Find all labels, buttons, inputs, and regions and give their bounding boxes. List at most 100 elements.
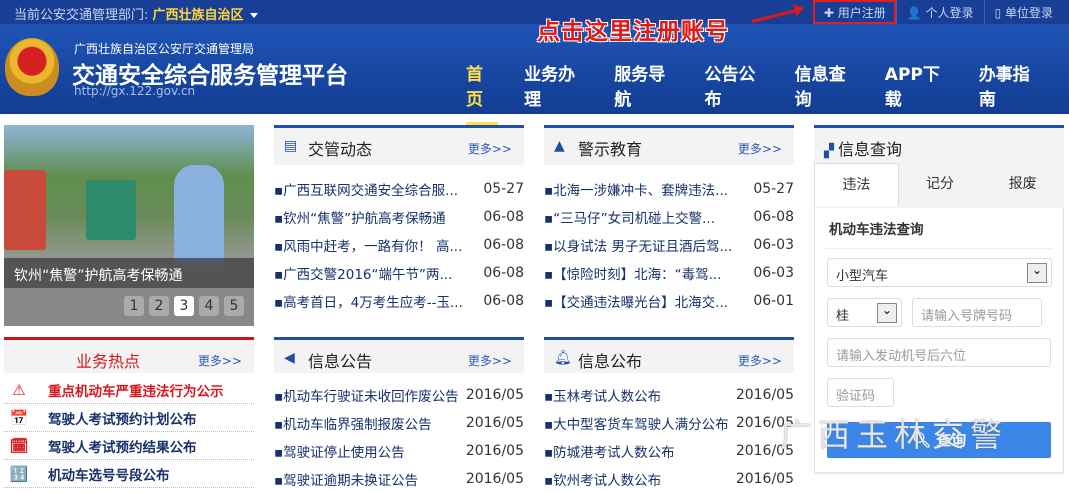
item-title: ▪【交通违法曝光台】北海交...: [544, 295, 729, 311]
list-item[interactable]: ▪广西交警2016“端午节”两... 06-08: [274, 259, 524, 287]
item-date: 06-08: [483, 265, 524, 281]
photo-bus: [4, 170, 46, 250]
hot-item-label: 驾驶人考试预约计划公布: [48, 411, 197, 428]
list-item[interactable]: ▪钦州考试人数公布 2016/05: [544, 465, 794, 493]
item-title: ▪驾驶证停止使用公告: [274, 445, 405, 461]
register-link[interactable]: ✚ 用户注册: [812, 0, 896, 24]
more-link[interactable]: 更多>>: [738, 140, 782, 157]
item-title: ▪驾驶证逾期未换证公告: [274, 473, 419, 489]
site-header: 广西壮族自治区公安厅交通管理局 交通安全综合服务管理平台 http://gx.1…: [0, 24, 1069, 125]
list-item[interactable]: ▪玉林考试人数公布 2016/05: [544, 381, 794, 409]
calendar-icon: 📅: [9, 408, 29, 427]
item-date: 2016/05: [465, 443, 524, 459]
more-link[interactable]: 更多>>: [738, 352, 782, 369]
slider-pagination: 1 2 3 4 5: [4, 288, 254, 326]
more-link[interactable]: 更多>>: [468, 352, 512, 369]
list-item[interactable]: ▪北海一涉嫌冲卡、套牌违法... 05-27: [544, 175, 794, 203]
nav-business[interactable]: 业务办理: [524, 60, 588, 125]
hot-item[interactable]: ⚠ 重点机动车严重违法行为公示: [4, 376, 254, 404]
unit-login-link[interactable]: ▯ 单位登录: [983, 0, 1063, 24]
page-2[interactable]: 2: [149, 296, 169, 316]
binoculars-icon: ▞: [824, 144, 834, 159]
item-date: 2016/05: [465, 387, 524, 403]
notice-panel: ◀ 信息公告 更多>> ▪机动车行驶证未收回作废公告 2016/05 ▪机动车临界强制报…: [274, 337, 524, 493]
hot-item[interactable]: 🔢 机动车选号号段公布: [4, 460, 254, 488]
engine-number-input[interactable]: 请输入发动机号后六位: [827, 338, 1051, 367]
item-date: 06-08: [483, 237, 524, 253]
nav-info-query[interactable]: 信息查询: [795, 60, 859, 125]
more-link[interactable]: 更多>>: [198, 352, 242, 369]
nav-announcements[interactable]: 公告公布: [704, 60, 768, 125]
item-title: ▪广西互联网交通安全综合服...: [274, 183, 459, 199]
org-name: 广西壮族自治区公安厅交通管理局: [74, 42, 255, 56]
caret-down-icon: [249, 13, 258, 18]
page-5[interactable]: 5: [224, 296, 244, 316]
hot-panel: 业务热点 更多>> ⚠ 重点机动车严重违法行为公示 📅 驾驶人考试预约计划公布 🗓 驾驶人考…: [4, 337, 254, 488]
item-title: ▪玉林考试人数公布: [544, 389, 662, 405]
item-title: ▪钦州“焦警”护航高考保畅通: [274, 211, 446, 227]
item-title: ▪风雨中赶考，一路有你！ 高...: [274, 239, 463, 255]
list-item[interactable]: ▪机动车临界强制报废公告 2016/05: [274, 409, 524, 437]
panel-title: 交管动态: [308, 140, 373, 159]
vehicle-type-select[interactable]: 小型汽车: [827, 258, 1052, 287]
item-date: 06-08: [753, 209, 794, 225]
item-title: ▪机动车临界强制报废公告: [274, 417, 432, 433]
panel-title: 信息公布: [578, 352, 643, 371]
bell-icon: 🔔︎: [554, 350, 572, 366]
list-item[interactable]: ▪机动车行驶证未收回作废公告 2016/05: [274, 381, 524, 409]
item-date: 2016/05: [735, 471, 794, 487]
item-date: 05-27: [483, 181, 524, 197]
nav-service[interactable]: 服务导航: [614, 60, 678, 125]
list-item[interactable]: ▪【交通违法曝光台】北海交... 06-01: [544, 287, 794, 315]
list-item[interactable]: ▪大中型客货车驾驶人满分公布 2016/05: [544, 409, 794, 437]
item-date: 06-08: [483, 293, 524, 309]
hot-item[interactable]: 📅 驾驶人考试预约计划公布: [4, 404, 254, 432]
list-item[interactable]: ▪驾驶证停止使用公告 2016/05: [274, 437, 524, 465]
register-label: 用户注册: [837, 6, 886, 20]
item-title: ▪【惊险时刻】北海：“毒驾...: [544, 267, 722, 283]
list-item[interactable]: ▪“三马仔”女司机碰上交警... 06-08: [544, 203, 794, 231]
publish-panel: 🔔︎ 信息公布 更多>> ▪玉林考试人数公布 2016/05 ▪大中型客货车驾驶人满分公…: [544, 337, 794, 493]
item-date: 2016/05: [735, 387, 794, 403]
panel-title: 信息公告: [308, 352, 373, 371]
nav-home[interactable]: 首页: [466, 60, 499, 125]
department-selector[interactable]: 当前公安交通管理部门: 广西壮族自治区: [14, 4, 258, 23]
schedule-icon: 🗓: [9, 436, 29, 455]
personal-login-link[interactable]: 👤 个人登录: [895, 0, 984, 24]
list-item[interactable]: ▪高考首日，4万考生应考--玉... 06-08: [274, 287, 524, 315]
item-date: 06-03: [753, 237, 794, 253]
tab-violation[interactable]: 违法: [814, 163, 899, 206]
slide-caption[interactable]: 钦州“焦警”护航高考保畅通: [4, 258, 254, 288]
nav-app-download[interactable]: APP下载: [885, 60, 953, 125]
item-date: 06-03: [753, 265, 794, 281]
list-item[interactable]: ▪以身试法 男子无证且酒后驾... 06-03: [544, 231, 794, 259]
list-item[interactable]: ▪钦州“焦警”护航高考保畅通 06-08: [274, 203, 524, 231]
list-item[interactable]: ▪防城港考试人数公布 2016/05: [544, 437, 794, 465]
hot-item[interactable]: 🗓 驾驶人考试预约结果公布: [4, 432, 254, 460]
more-link[interactable]: 更多>>: [468, 140, 512, 157]
nav-guide[interactable]: 办事指南: [979, 60, 1043, 125]
province-select[interactable]: 桂: [827, 298, 902, 327]
list-item[interactable]: ▪广西互联网交通安全综合服... 05-27: [274, 175, 524, 203]
list-item[interactable]: ▪风雨中赶考，一路有你！ 高... 06-08: [274, 231, 524, 259]
warning-icon: ▲: [554, 138, 565, 154]
list-item[interactable]: ▪【惊险时刻】北海：“毒驾... 06-03: [544, 259, 794, 287]
page-3[interactable]: 3: [174, 296, 194, 316]
plate-number-input[interactable]: 请输入号牌号码: [912, 298, 1042, 327]
list-item[interactable]: ▪驾驶证逾期未换证公告 2016/05: [274, 465, 524, 493]
captcha-input[interactable]: 验证码: [827, 378, 894, 407]
item-title: ▪大中型客货车驾驶人满分公布: [544, 417, 729, 433]
photo-bus: [86, 180, 136, 240]
watermark: 广西玉林交警: [780, 410, 1008, 456]
page-1[interactable]: 1: [124, 296, 144, 316]
item-title: ▪以身试法 男子无证且酒后驾...: [544, 239, 733, 255]
tab-points[interactable]: 记分: [899, 163, 982, 206]
top-bar: 当前公安交通管理部门: 广西壮族自治区 ✚ 用户注册 👤 个人登录 ▯ 单位登录: [0, 0, 1069, 24]
dept-label: 当前公安交通管理部门:: [14, 8, 149, 23]
form-title: 机动车违法查询: [825, 208, 1053, 249]
item-date: 06-01: [753, 293, 794, 309]
news-slider[interactable]: 钦州“焦警”护航高考保畅通 1 2 3 4 5: [4, 125, 254, 326]
page-4[interactable]: 4: [199, 296, 219, 316]
tab-scrap[interactable]: 报废: [981, 163, 1064, 206]
hot-item-label: 重点机动车严重违法行为公示: [48, 383, 224, 400]
